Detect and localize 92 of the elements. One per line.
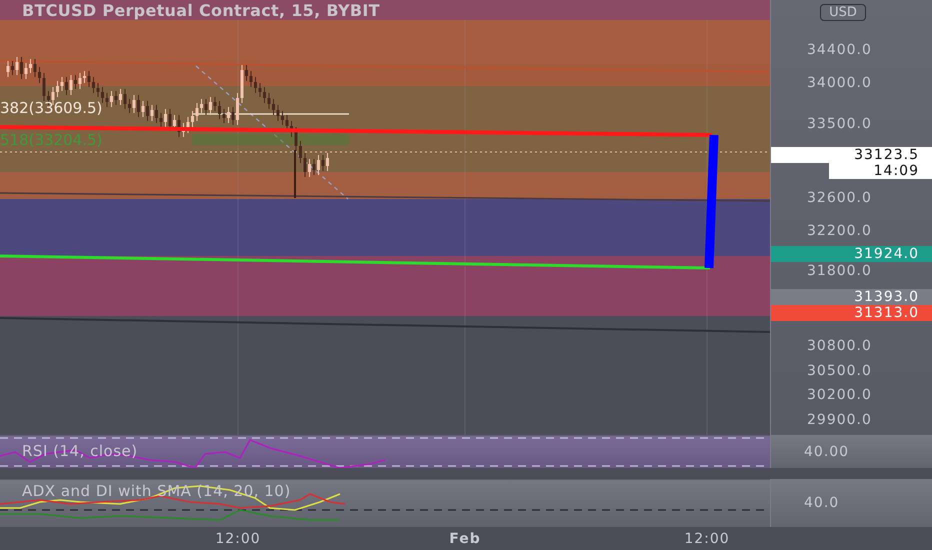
- price-label: 34000.0: [807, 74, 872, 91]
- candlestick: [124, 88, 126, 110]
- candlestick: [272, 98, 275, 116]
- price-label: 32200.0: [807, 222, 872, 239]
- time-label: 12:00: [214, 530, 262, 546]
- candlestick: [263, 86, 266, 104]
- candlestick: [312, 158, 316, 176]
- candlestick: [317, 154, 320, 176]
- candlestick: [322, 154, 324, 172]
- currency-button[interactable]: USD: [820, 4, 866, 21]
- candlestick: [34, 58, 36, 78]
- candlestick: [218, 100, 221, 120]
- candlestick: [326, 152, 329, 172]
- candlestick: [240, 64, 244, 104]
- price-label: 30800.0: [807, 338, 872, 354]
- candlestick: [304, 152, 306, 178]
- candlestick: [128, 98, 131, 114]
- candlestick: [182, 122, 185, 138]
- candlestick: [146, 100, 149, 122]
- candlestick: [16, 56, 18, 76]
- candlestick: [204, 98, 208, 116]
- candlestick: [74, 74, 77, 90]
- candlestick: [276, 104, 280, 122]
- candlestick: [196, 102, 198, 122]
- fib-label: 382(33609.5): [0, 99, 102, 117]
- candlestick: [92, 76, 95, 94]
- price-label: 33500.0: [807, 116, 872, 132]
- candlestick: [70, 74, 72, 96]
- time-label: Feb: [448, 530, 482, 546]
- time-label: 12:00: [683, 530, 731, 546]
- candlestick: [83, 70, 86, 84]
- candlestick: [227, 106, 230, 124]
- candlestick: [101, 86, 104, 104]
- candlestick: [106, 92, 108, 108]
- candlestick: [214, 96, 216, 112]
- candlestick: [132, 94, 136, 114]
- candlestick: [42, 72, 46, 102]
- candlestick: [6, 60, 10, 78]
- candlestick: [268, 92, 270, 110]
- candlestick: [254, 76, 257, 94]
- candlestick: [281, 110, 284, 126]
- fib-label: 518(33204.5): [0, 131, 102, 149]
- candlestick: [96, 82, 100, 98]
- indicator-value: 40.00: [804, 444, 850, 460]
- price-label: 34400.0: [807, 42, 872, 58]
- candlestick: [200, 98, 203, 114]
- candlestick: [299, 140, 302, 164]
- candlestick: [308, 158, 311, 178]
- candlestick: [11, 60, 14, 76]
- price-badge: 31924.0: [771, 246, 932, 262]
- candlestick: [232, 106, 234, 126]
- candlestick: [258, 82, 262, 98]
- candlestick: [222, 108, 226, 124]
- candlestick: [60, 76, 64, 92]
- candlestick: [186, 116, 190, 134]
- candlestick: [164, 108, 167, 128]
- chart-title: BTCUSD Perpetual Contract, 15, BYBIT: [22, 1, 380, 20]
- candlestick: [114, 90, 118, 106]
- candlestick: [236, 92, 239, 126]
- candlestick: [88, 70, 90, 88]
- candlestick: [250, 70, 252, 88]
- price-label: 30500.0: [807, 362, 872, 379]
- price-badge: 31313.0: [771, 305, 932, 322]
- candlestick: [294, 126, 298, 152]
- candlestick: [290, 120, 293, 138]
- candlestick: [56, 80, 59, 98]
- candlestick: [24, 62, 28, 80]
- candlestick: [191, 110, 194, 128]
- candlestick: [142, 100, 144, 118]
- candlestick: [20, 56, 23, 80]
- candlestick: [29, 58, 32, 74]
- candlestick: [245, 64, 248, 82]
- candlestick: [155, 104, 158, 124]
- price-label: 32600.0: [807, 190, 872, 206]
- candlestick: [150, 104, 154, 122]
- candlestick: [160, 112, 162, 128]
- price-badge: 33123.5: [771, 146, 932, 163]
- candlestick: [178, 114, 180, 138]
- candlestick: [137, 94, 140, 118]
- candle-wick: [294, 150, 296, 198]
- price-label: 31800.0: [807, 262, 872, 279]
- candlestick: [119, 88, 122, 106]
- candlestick: [38, 66, 41, 84]
- price-badge: 31393.0: [771, 289, 932, 306]
- candlestick: [65, 76, 68, 96]
- candlestick: [78, 72, 82, 90]
- price-label: 30200.0: [807, 387, 872, 404]
- candlestick: [110, 90, 113, 108]
- candlestick: [209, 96, 212, 116]
- countdown-badge: 14:09: [829, 162, 932, 179]
- indicator-value: 40.0: [804, 495, 840, 511]
- price-label: 29900.0: [807, 412, 872, 428]
